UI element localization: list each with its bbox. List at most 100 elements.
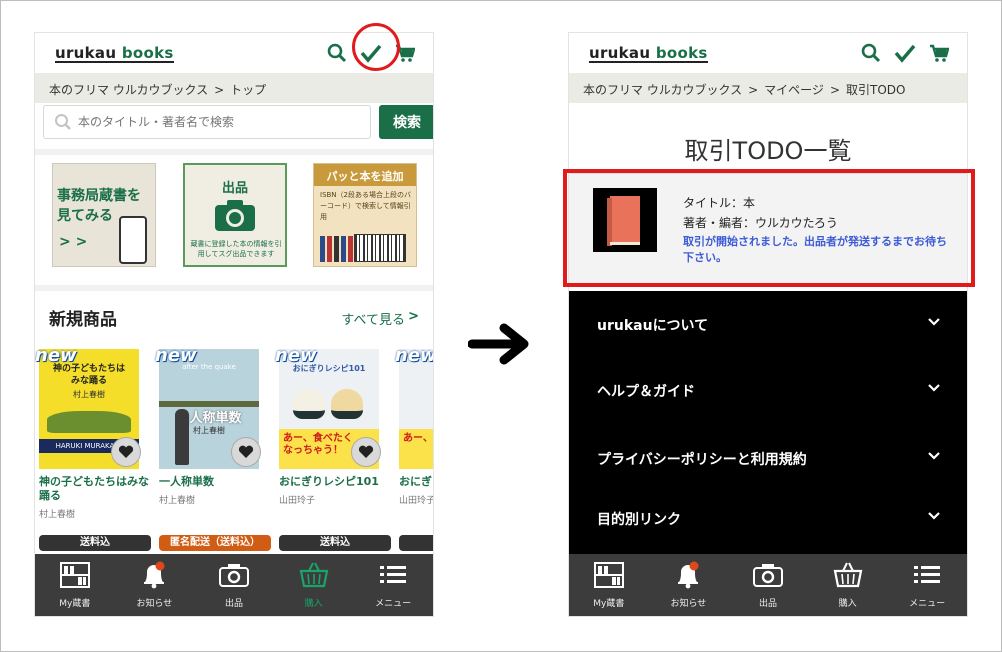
nav-my-library[interactable]: My蔵書	[569, 554, 649, 616]
new-label: new	[395, 345, 434, 366]
cover-author: 村上春樹	[73, 390, 105, 399]
nav-label: メニュー	[909, 599, 946, 609]
breadcrumb-home[interactable]: 本のフリマ ウルカウブックス	[583, 83, 742, 97]
app-header: urukau books	[569, 33, 967, 75]
product-title[interactable]: 一人称単数	[159, 475, 269, 489]
banner-add-book-title: パッと本を追加	[314, 164, 416, 186]
search-button[interactable]: 検索	[379, 105, 433, 139]
bottom-nav: My蔵書 お知らせ 出品 購入 メニュー	[35, 554, 433, 616]
arrow-right-icon	[467, 322, 534, 370]
menu-icon	[376, 560, 410, 590]
banner-listing-title: 出品	[221, 181, 248, 196]
books-icon	[320, 236, 353, 262]
nav-label: お知らせ	[670, 599, 707, 609]
bell-icon	[671, 560, 705, 590]
divider	[35, 149, 433, 155]
banner-listing-note: 蔵書に登録した本の情報を引用してスグ出品できます	[190, 240, 282, 258]
heart-icon[interactable]	[351, 437, 381, 467]
banner-library-arrows: > >	[59, 234, 88, 250]
new-label: new	[155, 345, 197, 366]
chevron-down-icon	[927, 509, 941, 525]
barcode-icon	[354, 234, 406, 262]
breadcrumb-home[interactable]: 本のフリマ ウルカウブックス	[49, 83, 208, 97]
nav-menu[interactable]: メニュー	[353, 554, 433, 616]
nav-label: 購入	[304, 599, 323, 609]
product-author: 山田玲子	[399, 496, 434, 506]
chevron-down-icon	[927, 315, 941, 331]
footer-item-privacy[interactable]: プライバシーポリシーと利用規約	[597, 449, 941, 469]
product-card[interactable]: 神の子どもたちはみな踊る 村上春樹 HARUKI MURAKAMI new 神の…	[35, 345, 151, 559]
banner-library[interactable]: 事務局蔵書を 見てみる > >	[52, 163, 156, 267]
footer-item-help[interactable]: ヘルプ＆ガイド	[597, 381, 941, 401]
onigiri-illustration	[293, 389, 325, 419]
bookshelf-icon	[592, 560, 626, 590]
nav-label: メニュー	[375, 599, 412, 609]
logo-text-2: books	[121, 44, 174, 62]
menu-icon	[910, 560, 944, 590]
nav-buy[interactable]: 購入	[274, 554, 354, 616]
product-author: 村上春樹	[39, 510, 76, 520]
shipping-badge	[399, 535, 433, 551]
see-all-link[interactable]: すべて見る	[341, 309, 405, 328]
product-title[interactable]: 神の子どもたちはみな踊る	[39, 475, 149, 503]
nav-label: My蔵書	[59, 599, 91, 609]
logo-text-1: urukau	[55, 44, 122, 62]
heart-icon[interactable]	[231, 437, 261, 467]
banner-listing[interactable]: 出品 蔵書に登録した本の情報を引用してスグ出品できます	[183, 163, 287, 267]
logo[interactable]: urukau books	[55, 45, 174, 63]
search-icon[interactable]	[325, 41, 349, 65]
new-label: new	[275, 345, 317, 366]
basket-icon	[297, 560, 331, 590]
checkmark-icon[interactable]	[893, 41, 917, 65]
search-input[interactable]	[78, 112, 358, 132]
nav-my-library[interactable]: My蔵書	[35, 554, 115, 616]
basket-icon	[831, 560, 865, 590]
cover-catchcopy: あー、食べたくなっちゃう！	[283, 433, 353, 456]
new-label: new	[35, 345, 77, 366]
breadcrumb-current: トップ	[230, 83, 267, 97]
banner-add-book-note: ISBN（2段ある場合上段のバーコード）で検索して情報引用	[320, 191, 411, 221]
cover-author: 村上春樹	[193, 426, 225, 435]
search-field[interactable]	[43, 105, 371, 139]
nav-sell[interactable]: 出品	[728, 554, 808, 616]
nav-notifications[interactable]: お知らせ	[115, 554, 195, 616]
highlight-circle	[352, 23, 400, 71]
product-author: 山田玲子	[279, 496, 316, 506]
product-title[interactable]: おにぎ	[399, 475, 433, 489]
logo-text-1: urukau	[589, 44, 656, 62]
nav-notifications[interactable]: お知らせ	[649, 554, 729, 616]
chevron-down-icon	[927, 449, 941, 465]
search-icon[interactable]	[859, 41, 883, 65]
breadcrumb-current: 取引TODO	[846, 83, 906, 97]
heart-icon[interactable]	[111, 437, 141, 467]
footer-item-links[interactable]: 目的別リンク	[597, 509, 941, 529]
chevron-right-icon: >	[408, 309, 419, 324]
nav-menu[interactable]: メニュー	[887, 554, 967, 616]
product-card[interactable]: after the quake 一人称単数 村上春樹 new 一人称単数 村上春…	[155, 345, 271, 559]
camera-icon	[751, 560, 785, 590]
shipping-badge: 匿名配送（送料込）	[159, 535, 271, 551]
cover-title: 一人称単数	[176, 411, 242, 426]
nav-sell[interactable]: 出品	[194, 554, 274, 616]
section-title: 新規商品	[49, 310, 117, 330]
onigiri-illustration	[331, 389, 363, 419]
nav-label: 出品	[758, 599, 777, 609]
breadcrumb-mypage[interactable]: マイページ	[764, 83, 824, 97]
logo[interactable]: urukau books	[589, 45, 708, 63]
product-card[interactable]: あー、食 new おにぎ 山田玲子	[395, 345, 434, 559]
cart-icon[interactable]	[927, 41, 951, 65]
banner-add-book[interactable]: パッと本を追加 ISBN（2段ある場合上段のバーコード）で検索して情報引用	[313, 163, 417, 267]
todo-list-screen: urukau books 本のフリマ ウルカウブックス > マイページ > 取引TODO…	[568, 32, 968, 617]
shipping-badge: 送料込	[39, 535, 151, 551]
nav-buy[interactable]: 購入	[808, 554, 888, 616]
nav-label: 購入	[838, 599, 857, 609]
search-bar: 検索	[43, 105, 433, 143]
product-title[interactable]: おにぎりレシピ101	[279, 475, 389, 489]
product-card[interactable]: おにぎりレシピ101 あー、食べたくなっちゃう！ new おにぎりレシピ101 …	[275, 345, 391, 559]
bookshelf-icon	[58, 560, 92, 590]
footer-item-about[interactable]: urukauについて	[597, 315, 941, 335]
camera-icon	[213, 197, 257, 237]
search-icon	[54, 113, 72, 135]
bottom-nav: My蔵書 お知らせ 出品 購入 メニュー	[569, 554, 967, 616]
product-author: 村上春樹	[159, 496, 196, 506]
